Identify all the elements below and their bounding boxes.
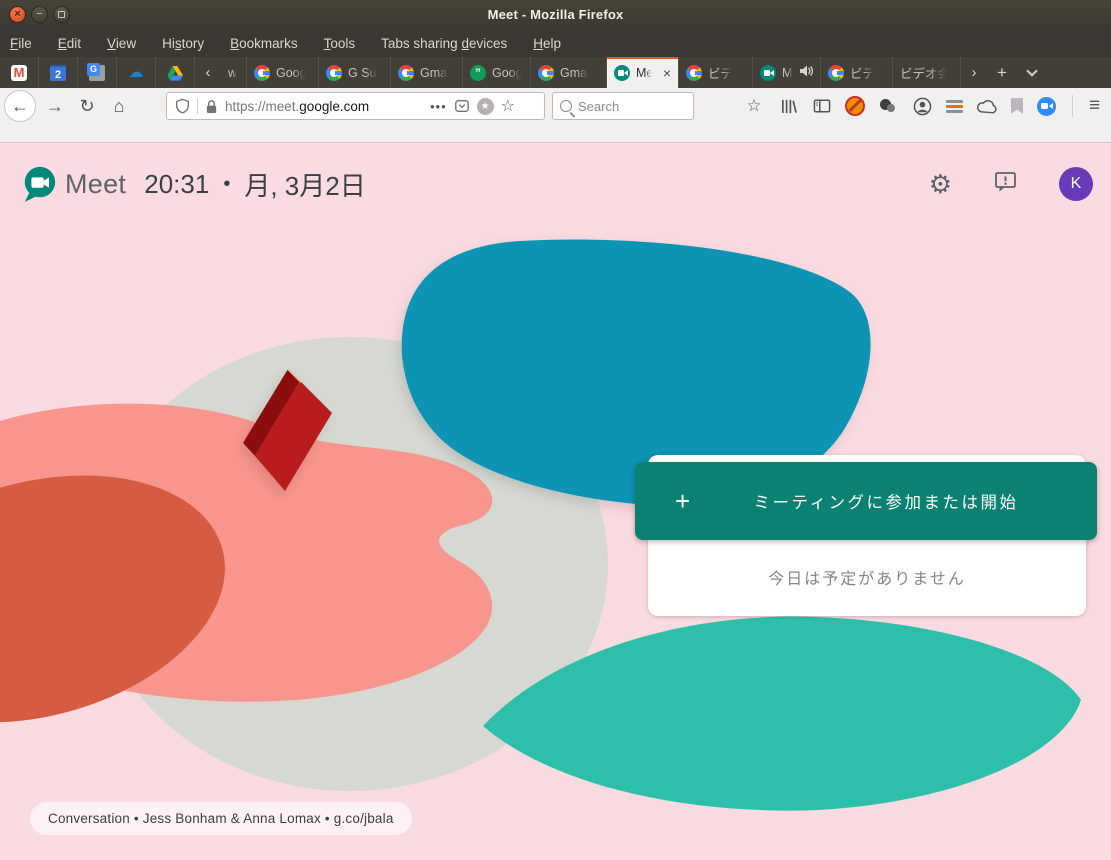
calendar-icon: 2 [50,65,66,81]
zoom-extension-icon[interactable] [1037,97,1056,116]
account-icon[interactable] [912,96,932,116]
toolbar-extensions: ☆ ≡ [744,92,1100,120]
tab-3[interactable]: Gmai [391,57,463,88]
tab-audio-icon[interactable] [799,65,813,80]
url-bar[interactable]: https://meet.google.com ••• ★ ☆ [166,92,545,120]
blocked-extension-icon[interactable] [846,97,864,115]
translate-icon [89,65,105,81]
tab-4[interactable]: ”Goog [463,57,531,88]
highlights-star-icon[interactable]: ★ [477,98,494,115]
list-all-tabs-button[interactable] [1017,57,1047,88]
tab-meet-active[interactable]: Me× [607,57,679,88]
library-icon[interactable] [778,96,798,116]
tab-2[interactable]: G Sui [319,57,391,88]
current-date: 月, 3月2日 [244,166,365,203]
account-avatar[interactable]: K [1059,167,1093,201]
tab-strip: M 2 ☁ ‹ w Goog G Sui Gmai ”Goog Gmai Me×… [0,57,1111,88]
window-minimize-button[interactable]: − [31,6,48,23]
google-favicon [828,65,844,81]
pinned-tab-onedrive[interactable]: ☁ [117,57,156,88]
urlbar-separator [197,98,198,114]
menu-bookmarks[interactable]: Bookmarks [230,36,298,51]
pocket-icon[interactable] [454,98,470,114]
meet-header: Meet 20:31 • 月, 3月2日 ⚙ K [0,144,1111,224]
cloud-icon[interactable] [977,96,997,116]
tab-scroll-right-button[interactable]: › [961,57,987,88]
pinned-tab-calendar[interactable]: 2 [39,57,78,88]
google-favicon [538,65,554,81]
pinned-tab-drive[interactable] [156,57,195,88]
forward-button[interactable]: → [40,97,70,115]
new-tab-button[interactable]: + [987,57,1017,88]
google-favicon [254,65,270,81]
lock-icon[interactable] [205,99,218,114]
google-favicon [326,65,342,81]
bookmark-star-icon[interactable]: ☆ [501,96,515,116]
app-name: Meet [65,169,126,200]
meet-logo-icon [20,164,58,204]
window-maximize-button[interactable] [53,6,70,23]
feedback-icon[interactable] [994,170,1017,198]
drive-icon [167,65,183,81]
spheres-extension-icon[interactable] [878,96,898,116]
menu-bar: File Edit View History Bookmarks Tools T… [0,29,1111,57]
menu-history[interactable]: History [162,36,204,51]
plus-icon: + [675,486,690,517]
home-button[interactable]: ⌂ [104,97,134,115]
back-button[interactable]: ← [4,90,36,122]
menu-view[interactable]: View [107,36,136,51]
url-text[interactable]: https://meet.google.com [225,99,421,114]
meet-page: Meet 20:31 • 月, 3月2日 ⚙ K 今日は予定がありません + ミ… [0,144,1111,860]
tab-10[interactable]: ビデオ会 [893,57,961,88]
window-title: Meet - Mozilla Firefox [0,7,1111,22]
hangouts-favicon: ” [470,65,486,81]
search-icon [560,100,572,112]
chevron-down-icon [1026,65,1037,76]
browser-window: × − Meet - Mozilla Firefox File Edit Vie… [0,0,1111,860]
artwork-caption: Conversation • Jess Bonham & Anna Lomax … [30,802,412,835]
gmail-icon: M [11,65,27,81]
current-time: 20:31 [144,169,209,200]
search-input[interactable] [578,99,678,114]
hamburger-menu-icon[interactable]: ≡ [1089,95,1100,117]
menu-help[interactable]: Help [533,36,561,51]
pinned-tab-translate[interactable] [78,57,117,88]
tab-1[interactable]: Goog [247,57,319,88]
bookmarks-menu-icon[interactable]: ☆ [744,96,764,116]
onedrive-icon: ☁ [128,65,144,81]
navigation-toolbar: ← → ↻ ⌂ https://meet.google.com ••• ★ ☆ … [0,88,1111,143]
reload-button[interactable]: ↻ [72,97,102,115]
join-or-start-meeting-button[interactable]: + ミーティングに参加または開始 [635,462,1097,540]
meet-favicon [760,65,776,81]
menu-tabs-sharing-devices[interactable]: Tabs sharing devices [381,36,507,51]
tab-close-icon[interactable]: × [663,65,671,81]
menu-edit[interactable]: Edit [58,36,81,51]
tab-9[interactable]: ビデ [821,57,893,88]
header-separator-dot: • [223,173,230,196]
tab-scroll-left-button[interactable]: ‹ [195,57,221,88]
tab-7[interactable]: ビデ [679,57,753,88]
search-bar[interactable] [552,92,694,120]
menu-file[interactable]: File [10,36,32,51]
meet-favicon [614,65,630,81]
tab-5[interactable]: Gmai [531,57,607,88]
window-close-button[interactable]: × [9,6,26,23]
tab-manager-extension-icon[interactable] [946,99,963,114]
sidebar-icon[interactable] [812,96,832,116]
empty-schedule-text: 今日は予定がありません [648,565,1086,589]
settings-gear-icon[interactable]: ⚙ [929,171,952,197]
tracking-shield-icon[interactable] [175,98,190,114]
toolbar-separator [1072,95,1073,117]
pinned-tab-gmail[interactable]: M [0,57,39,88]
pocket-flag-icon[interactable] [1011,98,1023,114]
google-favicon [398,65,414,81]
page-actions-icon[interactable]: ••• [430,99,447,114]
tab-8[interactable]: Me [753,57,821,88]
tab-0[interactable]: w [221,57,247,88]
google-favicon [686,65,702,81]
menu-tools[interactable]: Tools [324,36,356,51]
title-bar: × − Meet - Mozilla Firefox [0,0,1111,29]
